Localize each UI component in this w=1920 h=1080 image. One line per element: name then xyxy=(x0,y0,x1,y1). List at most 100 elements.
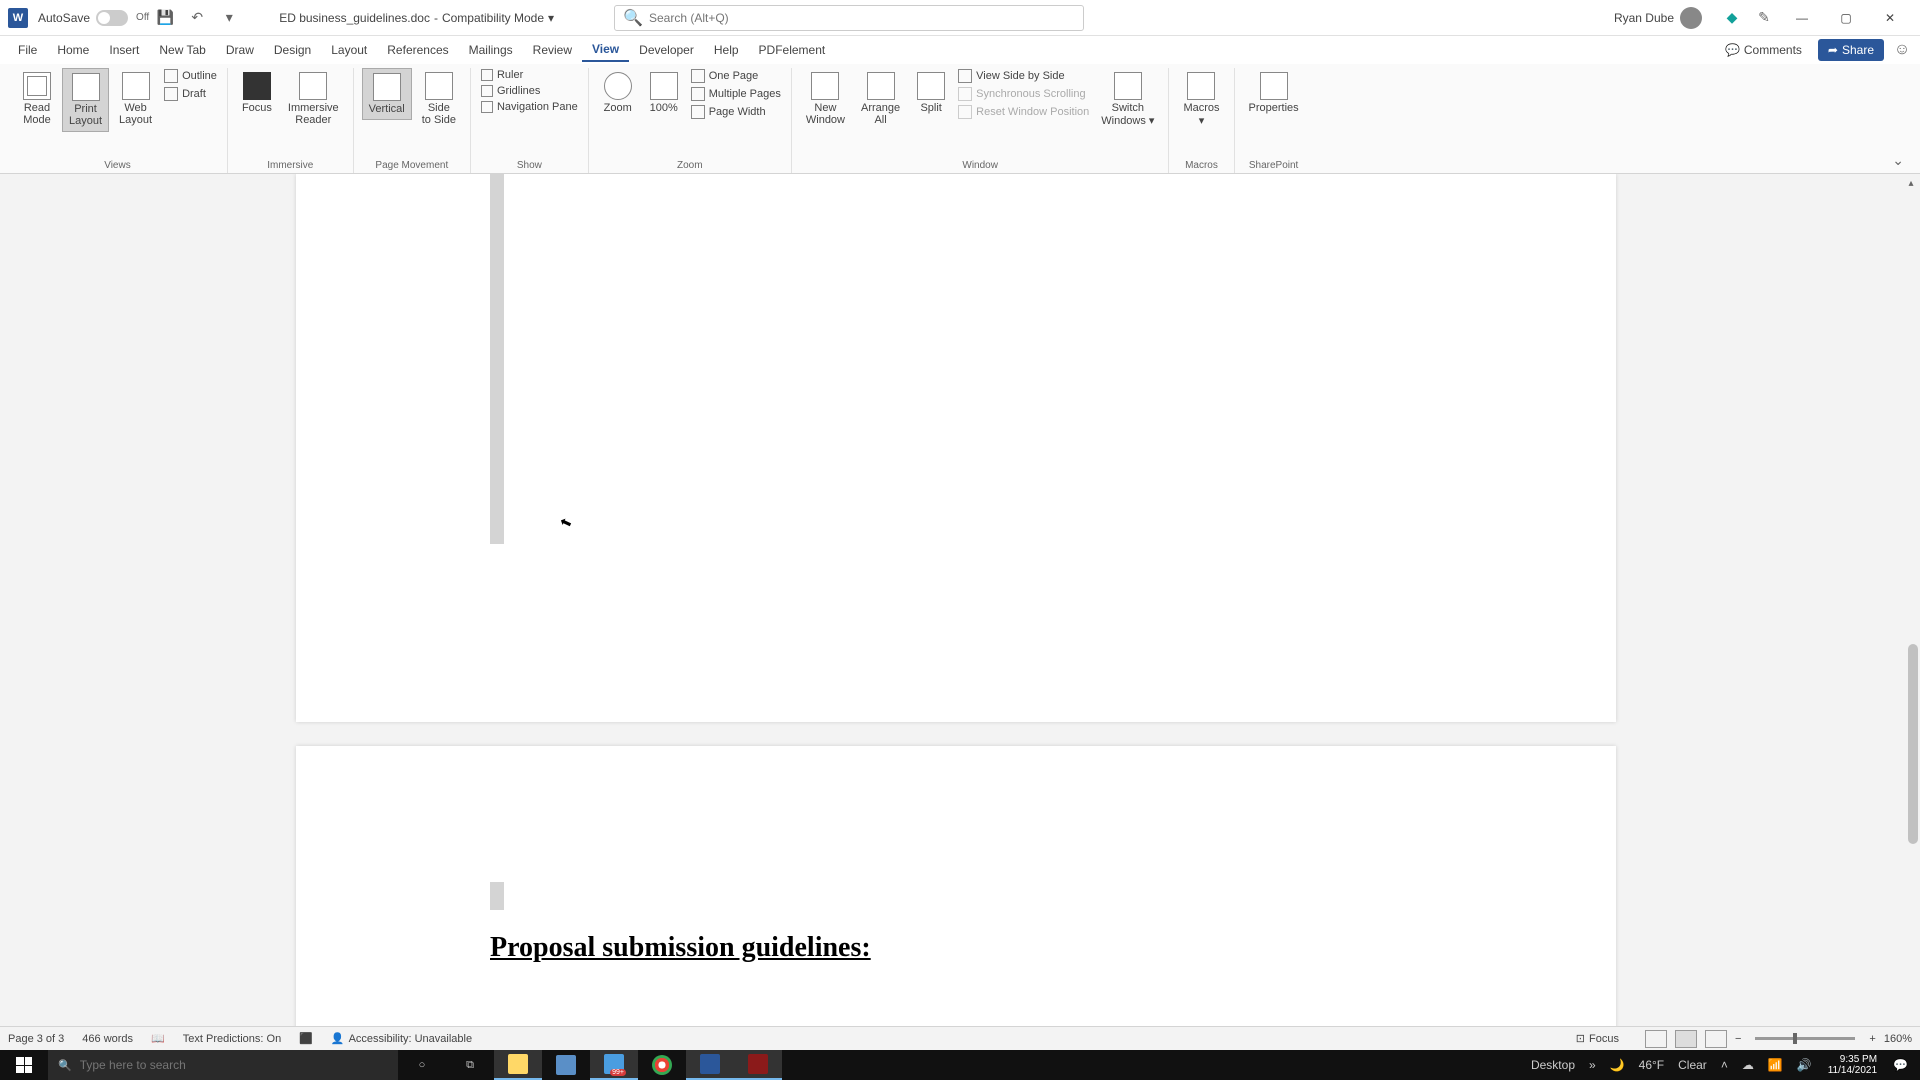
scroll-thumb[interactable] xyxy=(1908,644,1918,844)
store-icon[interactable] xyxy=(542,1050,590,1080)
tab-pdfelement[interactable]: PDFelement xyxy=(749,39,836,61)
tab-mailings[interactable]: Mailings xyxy=(459,39,523,61)
draft-button[interactable]: Draft xyxy=(162,86,219,102)
document-heading[interactable]: Proposal submission guidelines: xyxy=(490,932,871,964)
split-button[interactable]: Split xyxy=(910,68,952,118)
immersive-reader-button[interactable]: Immersive Reader xyxy=(282,68,345,130)
ribbon-collapse-icon[interactable]: ⌄ xyxy=(1884,68,1912,173)
feedback-icon[interactable]: ☺ xyxy=(1892,40,1912,60)
page-3-top[interactable]: Proposal submission guidelines: xyxy=(296,746,1616,1042)
undo-icon[interactable]: ↶ xyxy=(185,6,209,30)
web-layout-view-icon[interactable] xyxy=(1705,1030,1727,1048)
gridlines-checkbox[interactable]: Gridlines xyxy=(479,84,580,98)
read-mode-view-icon[interactable] xyxy=(1645,1030,1667,1048)
tab-help[interactable]: Help xyxy=(704,39,749,61)
one-page-button[interactable]: One Page xyxy=(689,68,783,84)
autosave-toggle[interactable]: AutoSave Off xyxy=(38,10,149,26)
tab-insert[interactable]: Insert xyxy=(99,39,149,61)
zoom-in-button[interactable]: + xyxy=(1869,1033,1875,1045)
title-bar: W AutoSave Off 💾 ↶ ▾ ED business_guideli… xyxy=(0,0,1920,36)
sync-scroll-icon xyxy=(958,87,972,101)
vertical-button[interactable]: Vertical xyxy=(362,68,412,120)
hundred-percent-button[interactable]: 100% xyxy=(643,68,685,118)
zoom-out-button[interactable]: − xyxy=(1735,1033,1741,1045)
web-layout-button[interactable]: Web Layout xyxy=(113,68,158,130)
tab-file[interactable]: File xyxy=(8,39,47,61)
close-button[interactable]: ✕ xyxy=(1868,6,1912,30)
chrome-icon[interactable] xyxy=(638,1050,686,1080)
system-clock[interactable]: 9:35 PM 11/14/2021 xyxy=(1822,1054,1883,1076)
tab-design[interactable]: Design xyxy=(264,39,321,61)
start-button[interactable] xyxy=(0,1050,48,1080)
comments-button[interactable]: 💬 Comments xyxy=(1717,40,1810,60)
onedrive-icon[interactable]: ☁ xyxy=(1738,1058,1758,1072)
tab-review[interactable]: Review xyxy=(523,39,582,61)
ruler-checkbox[interactable]: Ruler xyxy=(479,68,580,82)
desktop-label[interactable]: Desktop xyxy=(1527,1058,1579,1072)
volume-icon[interactable]: 🔊 xyxy=(1793,1058,1816,1072)
tab-home[interactable]: Home xyxy=(47,39,99,61)
scroll-up-icon[interactable]: ▴ xyxy=(1902,174,1920,192)
edge-icon[interactable]: 99+ xyxy=(590,1050,638,1080)
tab-references[interactable]: References xyxy=(377,39,458,61)
properties-button[interactable]: Properties xyxy=(1243,68,1305,118)
zoom-level[interactable]: 160% xyxy=(1884,1033,1912,1045)
weather-condition[interactable]: Clear xyxy=(1674,1058,1711,1072)
accessibility-status[interactable]: 👤 Accessibility: Unavailable xyxy=(331,1032,472,1045)
taskbar-search[interactable]: 🔍 xyxy=(48,1050,398,1080)
notifications-icon[interactable]: 💬 xyxy=(1889,1058,1912,1072)
read-mode-button[interactable]: Read Mode xyxy=(16,68,58,130)
page-width-button[interactable]: Page Width xyxy=(689,104,783,120)
search-box[interactable]: 🔍 xyxy=(614,5,1084,31)
cortana-icon[interactable]: ○ xyxy=(398,1050,446,1080)
tab-developer[interactable]: Developer xyxy=(629,39,704,61)
user-avatar-icon[interactable] xyxy=(1680,7,1702,29)
navigation-pane-checkbox[interactable]: Navigation Pane xyxy=(479,100,580,114)
vertical-scrollbar[interactable]: ▴ ▾ xyxy=(1902,174,1920,1042)
outline-button[interactable]: Outline xyxy=(162,68,219,84)
focus-mode-button[interactable]: ⊡ Focus xyxy=(1576,1032,1619,1045)
spell-check-icon[interactable]: 📖 xyxy=(151,1032,165,1045)
zoom-button[interactable]: Zoom xyxy=(597,68,639,118)
page-2-bottom[interactable] xyxy=(296,174,1616,722)
arrange-all-button[interactable]: Arrange All xyxy=(855,68,906,130)
tab-newtab[interactable]: New Tab xyxy=(149,39,215,61)
macro-record-icon[interactable]: ⬛ xyxy=(299,1032,313,1045)
tab-draw[interactable]: Draw xyxy=(216,39,264,61)
task-view-icon[interactable]: ⧉ xyxy=(446,1050,494,1080)
side-to-side-button[interactable]: Side to Side xyxy=(416,68,462,130)
weather-temp[interactable]: 46°F xyxy=(1635,1058,1668,1072)
share-button[interactable]: ➦ Share xyxy=(1818,39,1884,61)
save-icon[interactable]: 💾 xyxy=(153,6,177,30)
maximize-button[interactable]: ▢ xyxy=(1824,6,1868,30)
word-taskbar-icon[interactable] xyxy=(686,1050,734,1080)
file-explorer-icon[interactable] xyxy=(494,1050,542,1080)
chevron-icon[interactable]: » xyxy=(1585,1058,1600,1072)
app-icon[interactable] xyxy=(734,1050,782,1080)
print-layout-button[interactable]: Print Layout xyxy=(62,68,109,132)
zoom-slider[interactable] xyxy=(1755,1037,1855,1040)
diamond-icon[interactable]: ◆ xyxy=(1720,6,1744,30)
focus-button[interactable]: Focus xyxy=(236,68,278,118)
pen-icon[interactable]: ✎ xyxy=(1752,6,1776,30)
view-side-by-side-button[interactable]: View Side by Side xyxy=(956,68,1091,84)
taskbar-search-input[interactable] xyxy=(80,1058,388,1072)
text-predictions[interactable]: Text Predictions: On xyxy=(183,1033,281,1045)
word-count[interactable]: 466 words xyxy=(82,1033,133,1045)
user-name[interactable]: Ryan Dube xyxy=(1614,11,1674,25)
qat-customize-icon[interactable]: ▾ xyxy=(217,6,241,30)
toggle-switch-icon[interactable] xyxy=(96,10,128,26)
group-immersive-label: Immersive xyxy=(267,158,313,173)
switch-windows-button[interactable]: Switch Windows ▾ xyxy=(1095,68,1160,131)
new-window-button[interactable]: New Window xyxy=(800,68,851,130)
print-layout-view-icon[interactable] xyxy=(1675,1030,1697,1048)
macros-button[interactable]: Macros▾ xyxy=(1177,68,1225,131)
tray-chevron-up-icon[interactable]: ˄ xyxy=(1717,1058,1732,1072)
page-indicator[interactable]: Page 3 of 3 xyxy=(8,1033,64,1045)
tab-layout[interactable]: Layout xyxy=(321,39,377,61)
minimize-button[interactable]: — xyxy=(1780,6,1824,30)
tab-view[interactable]: View xyxy=(582,38,629,62)
wifi-icon[interactable]: 📶 xyxy=(1764,1058,1787,1072)
search-input[interactable] xyxy=(649,11,1075,25)
multiple-pages-button[interactable]: Multiple Pages xyxy=(689,86,783,102)
